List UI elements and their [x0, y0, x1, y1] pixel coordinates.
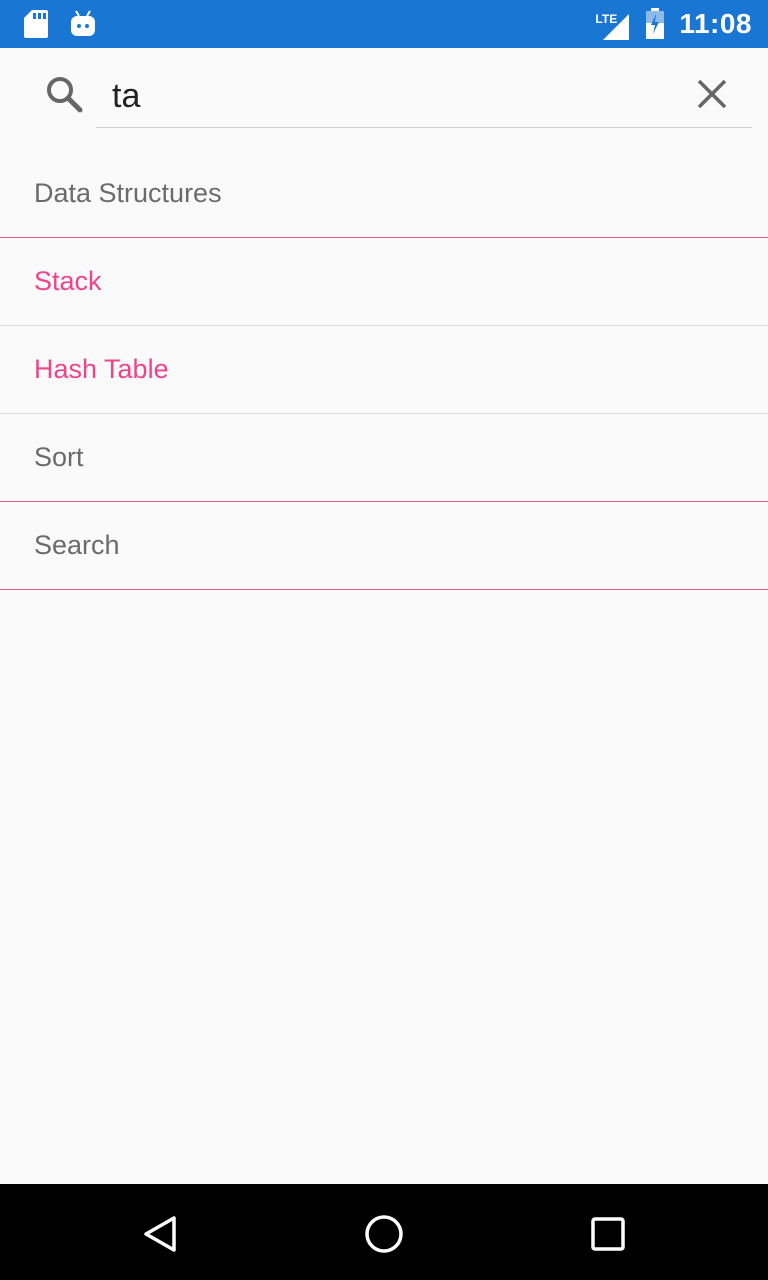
- list-item[interactable]: Search: [0, 502, 768, 590]
- search-icon: [47, 77, 83, 113]
- clock: 11:08: [679, 8, 752, 39]
- signal-icon: LTE: [595, 4, 631, 44]
- recents-icon[interactable]: [584, 1210, 632, 1258]
- list-item-label: Search: [34, 530, 120, 560]
- list-item[interactable]: Data Structures: [0, 150, 768, 238]
- navigation-bar: [0, 1184, 768, 1280]
- list-item-label: Hash Table: [34, 354, 169, 384]
- list-item-label: Sort: [34, 442, 84, 472]
- list-item-label: Stack: [34, 266, 102, 296]
- battery-icon: [646, 8, 665, 39]
- back-icon[interactable]: [136, 1210, 184, 1258]
- close-icon[interactable]: [692, 74, 732, 114]
- list-item[interactable]: Hash Table: [0, 326, 768, 414]
- search-input[interactable]: [96, 66, 752, 128]
- sd-card-icon: [24, 10, 48, 38]
- search-bar: [0, 48, 768, 144]
- status-bar: LTE 11:08: [0, 0, 768, 48]
- android-icon: [71, 10, 95, 36]
- list-item[interactable]: Sort: [0, 414, 768, 502]
- list-item[interactable]: Stack: [0, 238, 768, 326]
- list-item-label: Data Structures: [34, 178, 222, 208]
- results-list: Data Structures Stack Hash Table Sort Se…: [0, 150, 768, 590]
- home-icon[interactable]: [360, 1210, 408, 1258]
